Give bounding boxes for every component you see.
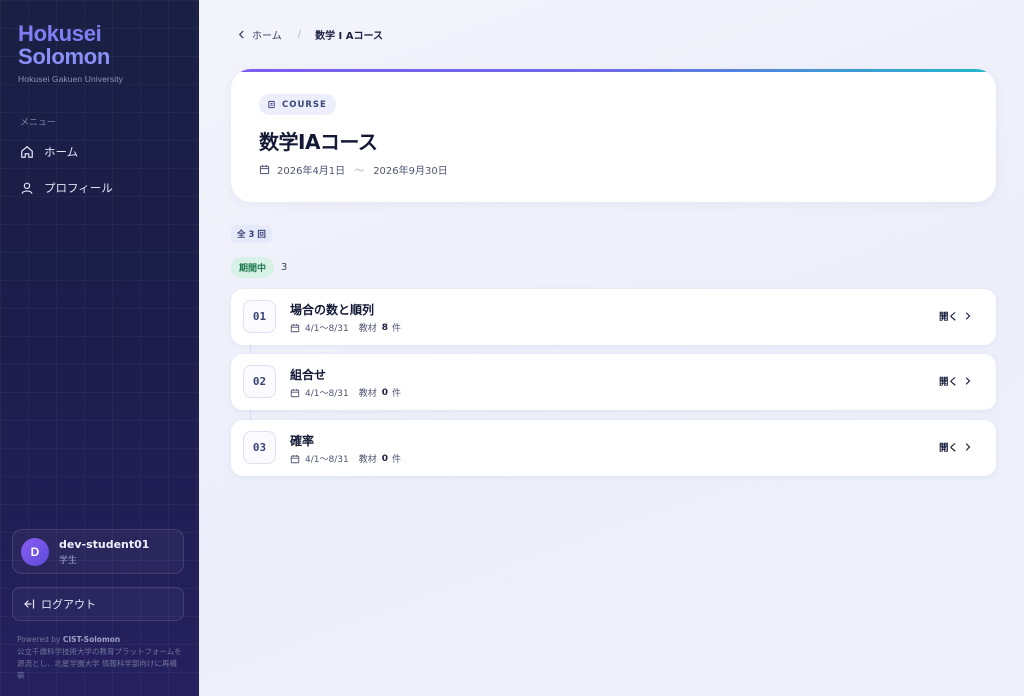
lesson-title: 確率 xyxy=(290,434,315,448)
lesson-title: 場合の数と順列 xyxy=(290,303,375,317)
book-icon xyxy=(268,100,275,109)
lesson-dates: 4/1〜8/31 xyxy=(305,455,349,465)
materials-label: 教材 xyxy=(358,455,377,465)
course-end-date: 2026年9月30日 xyxy=(373,166,448,177)
status-count: 3 xyxy=(281,262,288,273)
open-label: 開く xyxy=(938,377,958,388)
chevron-right-icon xyxy=(965,443,971,451)
status-group-header: 期間中 3 xyxy=(231,257,287,278)
chevron-right-icon xyxy=(965,377,971,385)
materials-count: 0 xyxy=(381,387,388,398)
logout-button[interactable]: ログアウト xyxy=(12,587,184,621)
sidebar-item-label: プロフィール xyxy=(44,181,113,195)
home-icon xyxy=(21,146,33,158)
calendar-icon xyxy=(290,388,300,397)
main-content: ホーム / 数学 I Aコース COURSE 数学IAコース 2026年4月1日… xyxy=(199,0,1024,696)
logout-icon xyxy=(24,599,35,609)
lesson-meta: 4/1〜8/31 教材 0 件 xyxy=(290,386,401,399)
menu-label: メニュー xyxy=(20,118,57,128)
breadcrumb-home-link[interactable]: ホーム xyxy=(237,27,282,42)
materials-label: 教材 xyxy=(358,324,377,334)
powered-name: CIST-Solomon xyxy=(62,635,121,644)
breadcrumb-separator: / xyxy=(297,29,302,40)
brand-subtitle: Hokusei Gakuen University xyxy=(18,74,124,84)
user-info: dev-student01 学生 xyxy=(59,538,149,566)
sidebar-item-label: ホーム xyxy=(44,145,79,159)
user-name: dev-student01 xyxy=(59,537,150,551)
course-header-card: COURSE 数学IAコース 2026年4月1日 〜 2026年9月30日 xyxy=(231,69,996,202)
chevron-left-icon xyxy=(238,30,244,39)
materials-label: 教材 xyxy=(358,389,377,399)
sidebar-item-profile[interactable]: プロフィール xyxy=(20,180,113,196)
sidebar-item-home[interactable]: ホーム xyxy=(20,144,78,160)
brand-line1: Hokusei xyxy=(18,21,102,46)
course-badge: COURSE xyxy=(259,94,336,115)
materials-count: 8 xyxy=(381,322,388,333)
lesson-meta: 4/1〜8/31 教材 0 件 xyxy=(290,452,401,465)
lesson-count-badge: 全 3 回 xyxy=(231,225,272,243)
brand-logo[interactable]: Hokusei Solomon xyxy=(18,22,123,68)
open-lesson-button[interactable]: 開く xyxy=(939,374,972,388)
course-badge-label: COURSE xyxy=(282,99,327,110)
lesson-item[interactable]: 01 場合の数と順列 4/1〜8/31 教材 8 件 開く xyxy=(231,289,996,345)
calendar-icon xyxy=(290,323,300,332)
avatar: D xyxy=(21,537,49,566)
accent-bar xyxy=(231,69,996,72)
materials-unit: 件 xyxy=(391,389,401,399)
lesson-number: 01 xyxy=(243,300,276,333)
lesson-title: 組合せ xyxy=(290,368,327,382)
open-lesson-button[interactable]: 開く xyxy=(939,440,972,454)
lesson-item[interactable]: 02 組合せ 4/1〜8/31 教材 0 件 開く xyxy=(231,354,996,410)
status-badge: 期間中 xyxy=(231,257,275,278)
lesson-dates: 4/1〜8/31 xyxy=(305,389,349,399)
powered-prefix: Powered by xyxy=(17,635,63,644)
lesson-dates: 4/1〜8/31 xyxy=(305,324,349,334)
user-card[interactable]: D dev-student01 学生 xyxy=(12,529,184,574)
brand-line2: Solomon xyxy=(18,44,111,69)
open-label: 開く xyxy=(938,312,958,323)
calendar-icon xyxy=(259,165,270,175)
powered-by-text: Powered by CIST-Solomon 公立千歳科学技術大学の教育プラッ… xyxy=(17,634,182,682)
open-label: 開く xyxy=(938,443,958,454)
user-icon xyxy=(21,182,33,194)
lesson-meta: 4/1〜8/31 教材 8 件 xyxy=(290,321,401,334)
page-title: 数学IAコース xyxy=(259,130,378,154)
brand: Hokusei Solomon Hokusei Gakuen Universit… xyxy=(18,22,123,84)
materials-unit: 件 xyxy=(391,324,401,334)
materials-count: 0 xyxy=(381,453,388,464)
lesson-number: 02 xyxy=(243,365,276,398)
breadcrumb: ホーム / 数学 I Aコース xyxy=(237,27,383,42)
date-separator: 〜 xyxy=(354,166,365,177)
calendar-icon xyxy=(290,454,300,463)
user-role: 学生 xyxy=(59,555,78,566)
chevron-right-icon xyxy=(965,312,971,320)
powered-description: 公立千歳科学技術大学の教育プラットフォームを源流とし、北星学園大学 情報科学部向… xyxy=(17,647,182,680)
materials-unit: 件 xyxy=(391,455,401,465)
open-lesson-button[interactable]: 開く xyxy=(939,309,972,323)
lesson-number: 03 xyxy=(243,431,276,464)
breadcrumb-home-label: ホーム xyxy=(252,31,282,42)
breadcrumb-current: 数学 I Aコース xyxy=(315,31,384,42)
logout-label: ログアウト xyxy=(41,598,96,611)
course-period: 2026年4月1日 〜 2026年9月30日 xyxy=(259,162,448,177)
course-start-date: 2026年4月1日 xyxy=(277,166,346,177)
sidebar: Hokusei Solomon Hokusei Gakuen Universit… xyxy=(0,0,199,696)
lesson-item[interactable]: 03 確率 4/1〜8/31 教材 0 件 開く xyxy=(231,420,996,476)
